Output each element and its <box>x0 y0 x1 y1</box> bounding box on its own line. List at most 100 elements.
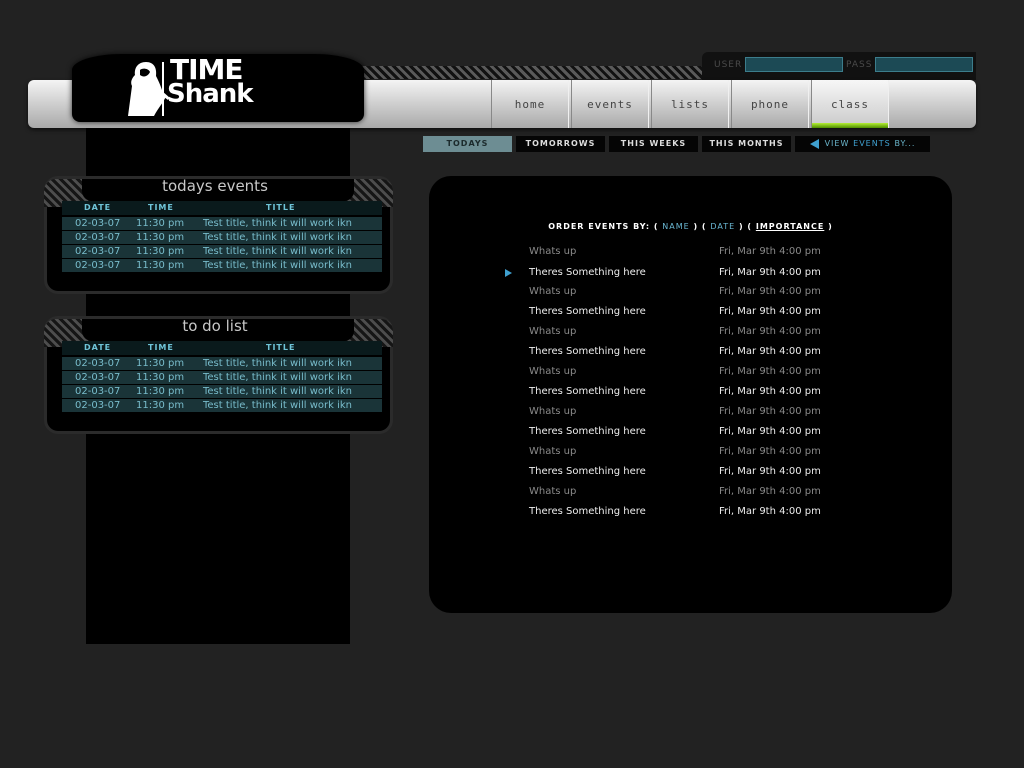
event-name: Theres Something here <box>529 346 646 357</box>
event-row[interactable]: Whats up Fri, Mar 9th 4:00 pm <box>429 446 952 462</box>
row-title: Test title, think it will work ikn <box>203 372 352 383</box>
event-date: Fri, Mar 9th 4:00 pm <box>719 486 821 497</box>
subtab-this-months[interactable]: THIS MONTHS <box>702 136 791 152</box>
nav-tab-phone[interactable]: phone <box>731 80 809 128</box>
row-date: 02-03-07 <box>75 218 121 229</box>
nav-tab-events[interactable]: events <box>571 80 649 128</box>
row-date: 02-03-07 <box>75 400 121 411</box>
column-date: DATE <box>84 203 112 212</box>
event-row[interactable]: Theres Something here Fri, Mar 9th 4:00 p… <box>429 466 952 482</box>
event-row[interactable]: Whats up Fri, Mar 9th 4:00 pm <box>429 246 952 262</box>
view-events-by-button[interactable]: VIEW EVENTS BY... <box>795 136 930 152</box>
row-date: 02-03-07 <box>75 386 121 397</box>
event-date: Fri, Mar 9th 4:00 pm <box>719 506 821 517</box>
table-row[interactable]: 02-03-07 11:30 pm Test title, think it w… <box>62 231 382 244</box>
event-name: Theres Something here <box>529 306 646 317</box>
event-date: Fri, Mar 9th 4:00 pm <box>719 306 821 317</box>
table-row[interactable]: 02-03-07 11:30 pm Test title, think it w… <box>62 385 382 398</box>
row-title: Test title, think it will work ikn <box>203 358 352 369</box>
logo-text-line2: Shank <box>167 79 254 109</box>
event-date: Fri, Mar 9th 4:00 pm <box>719 326 821 337</box>
column-title: TITLE <box>266 203 296 212</box>
order-by-importance-link[interactable]: IMPORTANCE <box>756 222 824 231</box>
column-time: TIME <box>148 203 174 212</box>
row-date: 02-03-07 <box>75 246 121 257</box>
row-time: 11:30 pm <box>136 386 185 397</box>
table-row[interactable]: 02-03-07 11:30 pm Test title, think it w… <box>62 245 382 258</box>
todays-events-panel: todays events DATE TIME TITLE 02-03-07 1… <box>44 176 393 294</box>
event-date: Fri, Mar 9th 4:00 pm <box>719 246 821 257</box>
event-row[interactable]: Whats up Fri, Mar 9th 4:00 pm <box>429 366 952 382</box>
row-date: 02-03-07 <box>75 372 121 383</box>
table-row[interactable]: 02-03-07 11:30 pm Test title, think it w… <box>62 259 382 272</box>
logo[interactable]: TIME Shank <box>72 54 364 122</box>
event-row[interactable]: Whats up Fri, Mar 9th 4:00 pm <box>429 326 952 342</box>
event-row[interactable]: Theres Something here Fri, Mar 9th 4:00 p… <box>429 267 952 283</box>
row-time: 11:30 pm <box>136 246 185 257</box>
event-row[interactable]: Theres Something here Fri, Mar 9th 4:00 p… <box>429 386 952 402</box>
view-by-prefix: VIEW <box>824 139 850 148</box>
nav-tab-home[interactable]: home <box>491 80 569 128</box>
event-date: Fri, Mar 9th 4:00 pm <box>719 406 821 417</box>
events-panel: ORDER EVENTS BY: ( NAME ) ( DATE ) ( IMP… <box>429 176 952 613</box>
nav-tab-class[interactable]: class <box>811 80 889 128</box>
table-row[interactable]: 02-03-07 11:30 pm Test title, think it w… <box>62 399 382 412</box>
event-name: Whats up <box>529 446 577 457</box>
table-row[interactable]: 02-03-07 11:30 pm Test title, think it w… <box>62 357 382 370</box>
todo-list-panel: to do list DATE TIME TITLE 02-03-07 11:3… <box>44 316 393 434</box>
user-label: USER <box>714 60 743 70</box>
event-row[interactable]: Theres Something here Fri, Mar 9th 4:00 p… <box>429 306 952 322</box>
pass-input[interactable] <box>875 57 973 72</box>
event-row[interactable]: Theres Something here Fri, Mar 9th 4:00 p… <box>429 346 952 362</box>
order-by-date-link[interactable]: DATE <box>710 222 735 231</box>
row-title: Test title, think it will work ikn <box>203 218 352 229</box>
event-name: Theres Something here <box>529 466 646 477</box>
event-name: Whats up <box>529 406 577 417</box>
row-date: 02-03-07 <box>75 358 121 369</box>
row-title: Test title, think it will work ikn <box>203 400 352 411</box>
subtab-this-weeks[interactable]: THIS WEEKS <box>609 136 698 152</box>
event-row[interactable]: Whats up Fri, Mar 9th 4:00 pm <box>429 406 952 422</box>
user-input[interactable] <box>745 57 843 72</box>
event-name: Theres Something here <box>529 267 646 278</box>
column-time: TIME <box>148 343 174 352</box>
event-row[interactable]: Theres Something here Fri, Mar 9th 4:00 p… <box>429 506 952 522</box>
event-row[interactable]: Whats up Fri, Mar 9th 4:00 pm <box>429 486 952 502</box>
event-date: Fri, Mar 9th 4:00 pm <box>719 346 821 357</box>
view-by-suffix: BY... <box>894 139 916 148</box>
row-date: 02-03-07 <box>75 260 121 271</box>
event-name: Whats up <box>529 326 577 337</box>
nav-tab-lists[interactable]: lists <box>651 80 729 128</box>
panel-title: to do list <box>182 317 248 335</box>
event-date: Fri, Mar 9th 4:00 pm <box>719 267 821 278</box>
view-by-events: EVENTS <box>853 139 891 148</box>
event-row[interactable]: Whats up Fri, Mar 9th 4:00 pm <box>429 286 952 302</box>
event-date: Fri, Mar 9th 4:00 pm <box>719 466 821 477</box>
row-time: 11:30 pm <box>136 358 185 369</box>
table-row[interactable]: 02-03-07 11:30 pm Test title, think it w… <box>62 371 382 384</box>
event-name: Theres Something here <box>529 386 646 397</box>
event-date: Fri, Mar 9th 4:00 pm <box>719 386 821 397</box>
event-name: Theres Something here <box>529 506 646 517</box>
pass-label: PASS <box>846 60 873 70</box>
event-name: Theres Something here <box>529 426 646 437</box>
selected-arrow-icon <box>505 269 512 277</box>
row-title: Test title, think it will work ikn <box>203 386 352 397</box>
event-row[interactable]: Theres Something here Fri, Mar 9th 4:00 p… <box>429 426 952 442</box>
row-time: 11:30 pm <box>136 260 185 271</box>
table-row[interactable]: 02-03-07 11:30 pm Test title, think it w… <box>62 217 382 230</box>
event-name: Whats up <box>529 366 577 377</box>
row-date: 02-03-07 <box>75 232 121 243</box>
event-date: Fri, Mar 9th 4:00 pm <box>719 286 821 297</box>
event-date: Fri, Mar 9th 4:00 pm <box>719 366 821 377</box>
row-time: 11:30 pm <box>136 372 185 383</box>
order-label: ORDER EVENTS BY: <box>548 222 651 231</box>
column-title: TITLE <box>266 343 296 352</box>
subtab-todays[interactable]: TODAYS <box>423 136 512 152</box>
order-by-name-link[interactable]: NAME <box>662 222 689 231</box>
subtab-tomorrows[interactable]: TOMORROWS <box>516 136 605 152</box>
column-date: DATE <box>84 343 112 352</box>
header-hatch-stripe <box>362 66 702 79</box>
row-title: Test title, think it will work ikn <box>203 260 352 271</box>
event-name: Whats up <box>529 486 577 497</box>
